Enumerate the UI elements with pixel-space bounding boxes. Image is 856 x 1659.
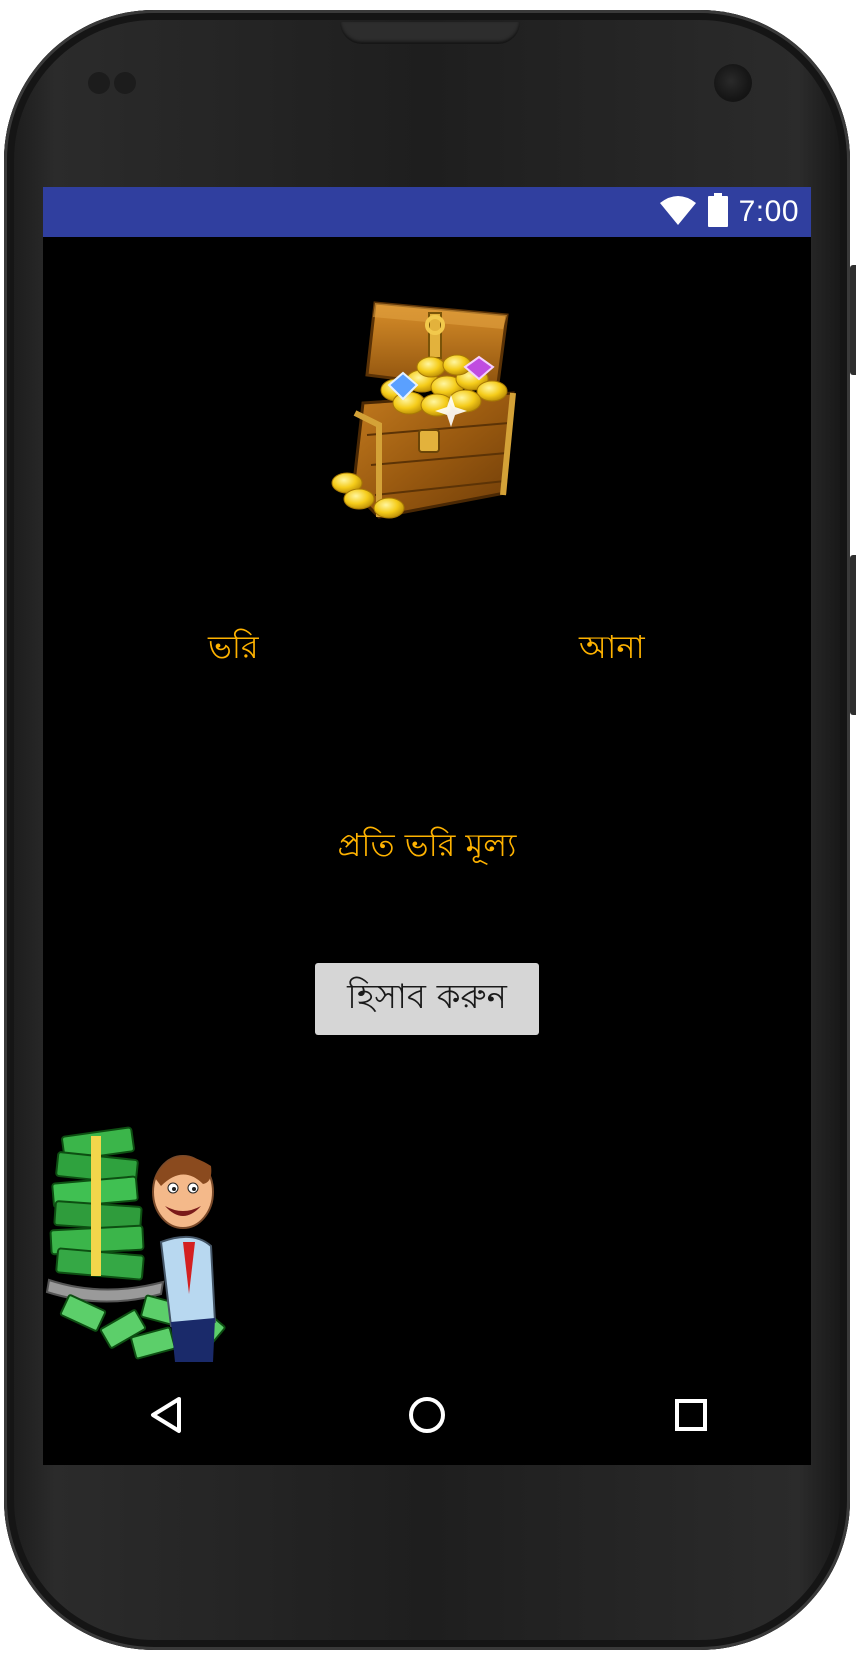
price-per-bhori-label: প্রতি ভরি মূল্য [337,826,517,864]
power-button [850,555,856,715]
status-icons: 7:00 [659,187,799,237]
treasure-chest-image [327,295,542,535]
money-man-image [43,1122,243,1362]
screen: 7:00 ভরি আনা প্রতি ভরি মূল্য হিসাব করুন [43,187,811,1465]
wifi-icon [659,194,697,230]
status-time: 7:00 [738,195,799,228]
earpiece-speaker [340,22,520,44]
battery-icon [707,193,729,231]
home-icon[interactable] [399,1387,455,1443]
bhori-label: ভরি [208,628,259,666]
recents-icon[interactable] [663,1387,719,1443]
light-sensor [114,72,136,94]
device-frame: 7:00 ভরি আনা প্রতি ভরি মূল্য হিসাব করুন [0,0,856,1659]
proximity-sensor [88,72,110,94]
volume-button [850,265,856,375]
ana-label: আনা [579,628,645,666]
back-icon[interactable] [139,1387,195,1443]
calculate-button[interactable]: হিসাব করুন [315,963,539,1035]
navigation-bar [43,1365,811,1465]
status-bar: 7:00 [43,187,811,237]
front-camera [714,64,752,102]
